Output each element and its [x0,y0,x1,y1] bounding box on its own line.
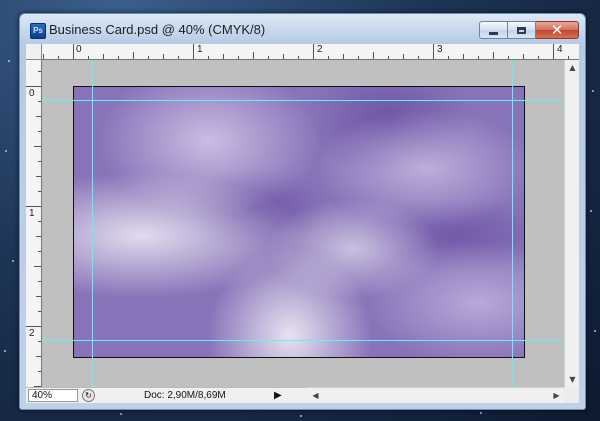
ruler-tick [433,44,434,59]
photoshop-icon: Ps [30,23,46,39]
ruler-tick [268,56,269,59]
document-size-info: Doc: 2,90M/8,69M [144,390,226,401]
ruler-tick [34,266,41,267]
minimize-icon [489,32,498,35]
scroll-left-icon[interactable]: ◀ [308,388,323,403]
ruler-label: 2 [317,44,323,55]
ruler-tick [26,206,41,207]
horizontal-scrollbar[interactable]: ◀ ▶ [306,387,564,403]
ruler-tick [313,44,314,59]
ruler-tick [523,54,524,59]
ruler-tick [373,52,374,59]
scroll-right-icon[interactable]: ▶ [549,388,564,403]
ruler-tick [163,54,164,59]
ruler-tick [508,56,509,59]
vertical-ruler[interactable]: 0 1 2 [26,60,42,387]
ruler-origin[interactable] [26,44,42,60]
ruler-tick [253,52,254,59]
ruler-tick [38,311,41,312]
status-bar: 40% ↻ Doc: 2,90M/8,69M ▶ [26,387,306,403]
ruler-tick [418,56,419,59]
maximize-icon [517,26,526,34]
maximize-button[interactable] [508,21,536,39]
minimize-button[interactable] [479,21,508,39]
ruler-tick [38,251,41,252]
ruler-label: 1 [197,44,203,55]
ruler-tick [238,56,239,59]
ruler-tick [343,54,344,59]
ruler-tick [553,44,554,59]
ruler-tick [103,54,104,59]
ruler-label: 2 [29,328,35,339]
ruler-tick [463,54,464,59]
ruler-tick [73,44,74,59]
ruler-label: 4 [557,44,563,55]
ruler-tick [38,371,41,372]
window-title: Business Card.psd @ 40% (CMYK/8) [49,22,266,37]
ruler-tick [38,281,41,282]
title-bar[interactable]: Ps Business Card.psd @ 40% (CMYK/8) ✕ [20,14,585,44]
canvas-area[interactable] [42,60,564,387]
ruler-tick [538,56,539,59]
ruler-tick [26,86,41,87]
document-canvas[interactable] [73,86,525,358]
ruler-tick [298,56,299,59]
size-grip[interactable] [564,387,579,403]
ruler-tick [448,56,449,59]
ruler-tick [568,56,569,59]
ruler-tick [38,161,41,162]
guide-vertical[interactable] [512,60,513,387]
status-menu-arrow-icon[interactable]: ▶ [274,390,282,401]
ruler-tick [38,221,41,222]
ruler-tick [38,131,41,132]
ruler-tick [178,56,179,59]
ruler-tick [388,56,389,59]
ruler-tick [36,356,41,357]
horizontal-ruler[interactable]: 0 1 2 3 4 [42,44,579,60]
ruler-label: 1 [29,208,35,219]
ruler-tick [58,56,59,59]
ruler-tick [328,56,329,59]
ruler-tick [403,54,404,59]
ruler-tick [36,296,41,297]
ruler-tick [43,54,44,59]
guide-vertical[interactable] [92,60,93,387]
ruler-tick [38,71,41,72]
close-button[interactable]: ✕ [536,21,579,39]
scroll-up-icon[interactable]: ▲ [565,60,580,75]
ruler-tick [38,101,41,102]
close-icon: ✕ [550,21,564,39]
ruler-tick [208,56,209,59]
ruler-tick [118,56,119,59]
ruler-tick [36,236,41,237]
ruler-tick [493,52,494,59]
ruler-label: 0 [29,88,35,99]
ruler-tick [223,54,224,59]
ruler-tick [193,44,194,59]
guide-horizontal[interactable] [42,100,564,101]
ruler-tick [38,341,41,342]
ruler-tick [36,116,41,117]
document-window[interactable]: Ps Business Card.psd @ 40% (CMYK/8) ✕ 0 … [19,13,586,410]
guide-horizontal[interactable] [42,340,564,341]
zoom-field[interactable]: 40% [28,389,78,402]
ruler-tick [478,56,479,59]
scroll-down-icon[interactable]: ▼ [565,372,580,387]
navigator-icon[interactable]: ↻ [82,389,95,402]
ruler-tick [36,176,41,177]
ruler-tick [133,52,134,59]
document-content: 0 1 2 3 4 0 1 2 ▲ ▼ 40% ↻ Doc: 2,90M/8,6… [26,44,579,403]
ruler-tick [34,146,41,147]
ruler-tick [148,56,149,59]
ruler-label: 0 [76,44,82,55]
vertical-scrollbar[interactable]: ▲ ▼ [564,60,579,387]
ruler-tick [38,191,41,192]
ruler-tick [358,56,359,59]
ruler-tick [88,56,89,59]
ruler-tick [283,54,284,59]
ruler-tick [26,326,41,327]
ruler-label: 3 [437,44,443,55]
